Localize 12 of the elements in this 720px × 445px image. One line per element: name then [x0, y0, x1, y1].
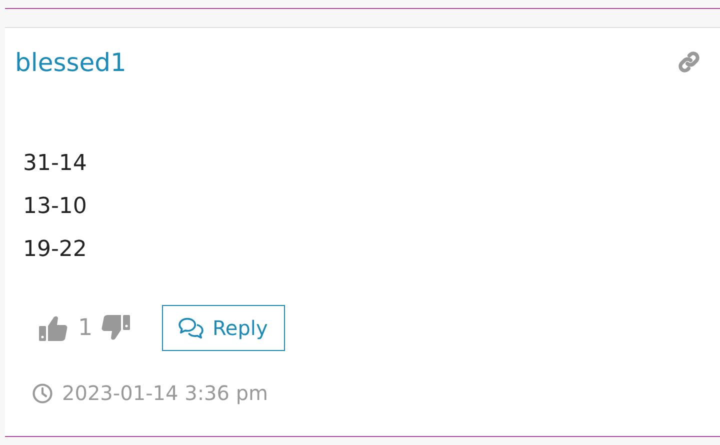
like-count: 1 — [78, 315, 93, 341]
clock-icon — [32, 382, 53, 404]
thumbs-up-icon[interactable] — [38, 314, 68, 342]
link-icon[interactable] — [676, 49, 702, 75]
post-text-line: 19-22 — [23, 236, 88, 264]
author-link[interactable]: blessed1 — [15, 48, 126, 76]
thumbs-down-icon[interactable] — [100, 314, 131, 342]
chat-bubbles-icon — [178, 317, 204, 339]
reply-button[interactable]: Reply — [162, 305, 285, 351]
post-text-line: 31-14 — [23, 150, 88, 178]
post-timestamp: 2023-01-14 3:36 pm — [62, 381, 268, 405]
post-text-line: 13-10 — [23, 193, 88, 221]
